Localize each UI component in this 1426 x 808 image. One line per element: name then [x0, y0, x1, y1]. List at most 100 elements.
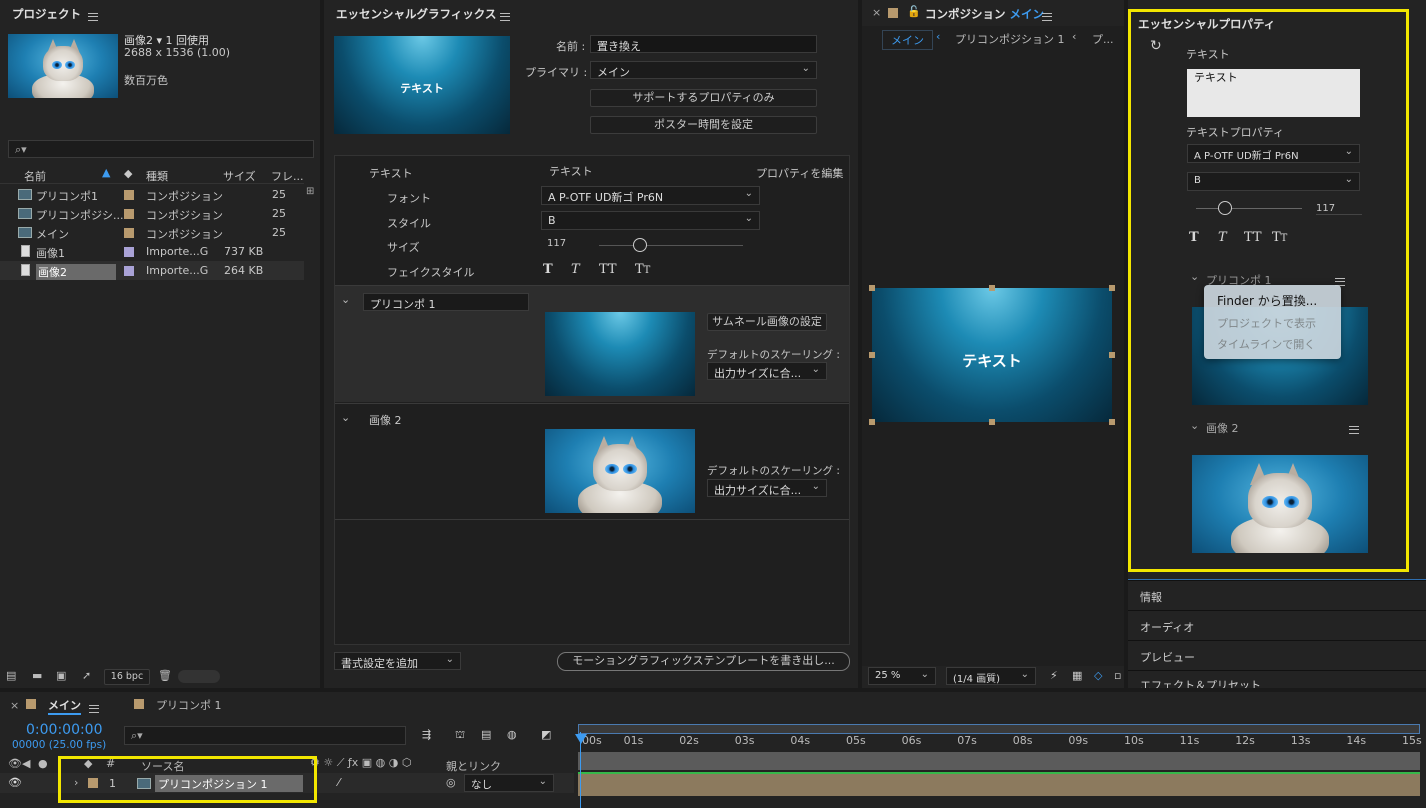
precomp-name-field[interactable]: プリコンポ 1 — [363, 293, 529, 311]
side-tab-preview[interactable]: プレビュー — [1128, 640, 1426, 670]
ruler-tick-label: 14s — [1346, 734, 1367, 747]
layer-highlight-box — [58, 756, 317, 803]
column-fps[interactable]: フレ... — [271, 168, 304, 184]
collapse-chevron-icon[interactable]: ⌄ — [341, 293, 350, 306]
switch-slash-icon[interactable]: ⁄ — [338, 776, 340, 789]
project-list-item[interactable]: メイン コンポジション 25 — [0, 223, 304, 242]
precomp-scaling-select[interactable]: 出力サイズに合... ⌄ — [707, 362, 827, 380]
transform-handle[interactable] — [1109, 419, 1115, 425]
add-formatting-select[interactable]: 書式設定を追加 ⌄ — [334, 652, 461, 670]
eg-name-input[interactable]: 置き換え — [590, 35, 817, 53]
tab-comp-more[interactable]: プ... — [1092, 31, 1114, 47]
flowchart-icon[interactable]: ⊞ — [306, 186, 314, 197]
item-fps: 25 — [272, 207, 286, 220]
side-tab-audio[interactable]: オーディオ — [1128, 610, 1426, 640]
column-parent[interactable]: 親とリンク — [446, 758, 501, 774]
project-scrollbar[interactable] — [178, 670, 220, 683]
tab-back-chevron[interactable]: ‹ — [936, 30, 940, 43]
column-name[interactable]: 名前 — [24, 168, 46, 184]
project-list-item[interactable]: 画像2 Importe...G 264 KB — [0, 261, 304, 280]
frame-blending-icon[interactable]: ◍ — [507, 728, 517, 741]
pickwhip-icon[interactable]: ◎ — [446, 776, 456, 789]
timecode-display[interactable]: 0:00:00:00 — [26, 722, 103, 738]
eg-style-select[interactable]: B ⌄ — [541, 211, 760, 230]
comp-mini-flowchart-icon[interactable]: ⇶ — [422, 728, 431, 741]
fast-preview-icon[interactable]: ⚡ — [1050, 669, 1058, 682]
transform-handle[interactable] — [1109, 285, 1115, 291]
shy-layers-icon[interactable]: ▤ — [481, 728, 491, 741]
timeline-menu-icon[interactable] — [89, 705, 99, 713]
parent-select[interactable]: なし ⌄ — [464, 774, 554, 792]
time-navigator[interactable] — [578, 724, 1420, 734]
small-caps-icon[interactable]: TT — [635, 262, 650, 277]
transform-handle[interactable] — [869, 419, 875, 425]
interpret-footage-icon[interactable]: ▤ — [6, 669, 16, 682]
new-folder-icon[interactable]: ▬ — [32, 669, 42, 682]
eg-size-slider[interactable] — [599, 245, 743, 246]
project-menu-icon[interactable] — [88, 13, 98, 21]
bpc-button[interactable]: 16 bpc — [104, 669, 150, 685]
label-color-swatch[interactable] — [124, 209, 134, 219]
trash-icon[interactable]: 🗑 — [158, 669, 172, 682]
all-caps-icon[interactable]: TT — [599, 262, 617, 277]
side-tab-info[interactable]: 情報 — [1128, 580, 1426, 610]
render-queue-icon[interactable]: ➚ — [82, 669, 91, 682]
side-tab-effects[interactable]: エフェクト＆プリセット — [1128, 670, 1426, 688]
label-color-swatch[interactable] — [124, 247, 134, 257]
timeline-search-input[interactable]: ⌕▾ — [124, 726, 406, 745]
tab-comp-main[interactable]: メイン — [882, 30, 933, 50]
ruler-tick-label: 15s — [1402, 734, 1422, 747]
tab-comp-precomp[interactable]: プリコンポジション 1 — [955, 31, 1065, 47]
comp-menu-icon[interactable] — [1042, 13, 1052, 21]
draft-3d-icon[interactable]: ⛫ — [455, 728, 465, 743]
eg-size-value[interactable]: 117 — [547, 238, 566, 249]
eg-size-slider-handle[interactable] — [633, 238, 647, 252]
label-color-swatch[interactable] — [124, 228, 134, 238]
edit-properties-link[interactable]: プロパティを編集 — [756, 165, 843, 181]
new-comp-icon[interactable]: ▣ — [56, 669, 66, 682]
transform-handle[interactable] — [869, 285, 875, 291]
tab-back-chevron-2[interactable]: ‹ — [1072, 30, 1076, 43]
comp-viewer-frame[interactable]: テキスト — [872, 288, 1112, 422]
region-icon[interactable]: ▫ — [1114, 669, 1121, 682]
project-list-item[interactable]: プリコンポ1 コンポジション 25 — [0, 185, 304, 204]
timeline-tab-precomp[interactable]: プリコンポ 1 — [156, 697, 222, 713]
collapse-chevron-icon[interactable]: ⌄ — [341, 411, 350, 424]
visibility-eye-icon[interactable]: 👁 — [8, 776, 22, 789]
work-area-bar[interactable] — [578, 752, 1420, 770]
resolution-select[interactable]: (1/4 画質) ⌄ — [946, 667, 1036, 685]
label-color-swatch[interactable] — [124, 190, 134, 200]
transparency-grid-icon[interactable]: ▦ — [1072, 669, 1082, 682]
mask-visibility-icon[interactable]: ◇ — [1094, 669, 1102, 682]
eg-menu-icon[interactable] — [500, 13, 510, 21]
motion-blur-icon[interactable]: ◩ — [541, 728, 551, 741]
sort-asc-icon[interactable]: ▲ — [102, 166, 110, 179]
export-mogrt-button[interactable]: モーショングラフィックステンプレートを書き出し... — [557, 652, 850, 671]
column-type[interactable]: 種類 — [146, 168, 168, 184]
transform-handle[interactable] — [869, 352, 875, 358]
lock-icon[interactable]: 🔓 — [907, 5, 921, 18]
layer-duration-bar[interactable] — [578, 772, 1420, 796]
project-list-item[interactable]: 画像1 Importe...G 737 KB — [0, 242, 304, 261]
eg-font-select[interactable]: A P-OTF UD新ゴ Pr6N ⌄ — [541, 186, 760, 205]
project-list-item[interactable]: プリコンポジシ... コンポジション 25 — [0, 204, 304, 223]
faux-bold-icon[interactable]: T — [543, 262, 553, 277]
transform-handle[interactable] — [989, 419, 995, 425]
transform-handle[interactable] — [1109, 352, 1115, 358]
playhead-handle-icon[interactable] — [575, 734, 587, 744]
project-search-input[interactable]: ⌕▾ — [8, 140, 314, 158]
close-icon[interactable]: × — [872, 6, 881, 19]
column-size[interactable]: サイズ — [223, 168, 256, 184]
eg-font-label: フォント — [387, 192, 431, 205]
set-poster-time-button[interactable]: ポスター時間を設定 — [590, 116, 817, 134]
timeline-tab-main[interactable]: メイン — [48, 697, 81, 715]
transform-handle[interactable] — [989, 285, 995, 291]
zoom-select[interactable]: 25 % ⌄ — [868, 667, 936, 685]
image2-scaling-select[interactable]: 出力サイズに合... ⌄ — [707, 479, 827, 497]
supported-properties-button[interactable]: サポートするプロパティのみ — [590, 89, 817, 107]
close-icon[interactable]: × — [10, 699, 19, 712]
eg-primary-select[interactable]: メイン ⌄ — [590, 61, 817, 79]
faux-italic-icon[interactable]: T — [571, 262, 580, 277]
label-color-swatch[interactable] — [124, 266, 134, 276]
set-thumbnail-button[interactable]: サムネール画像の設定 — [707, 313, 827, 331]
